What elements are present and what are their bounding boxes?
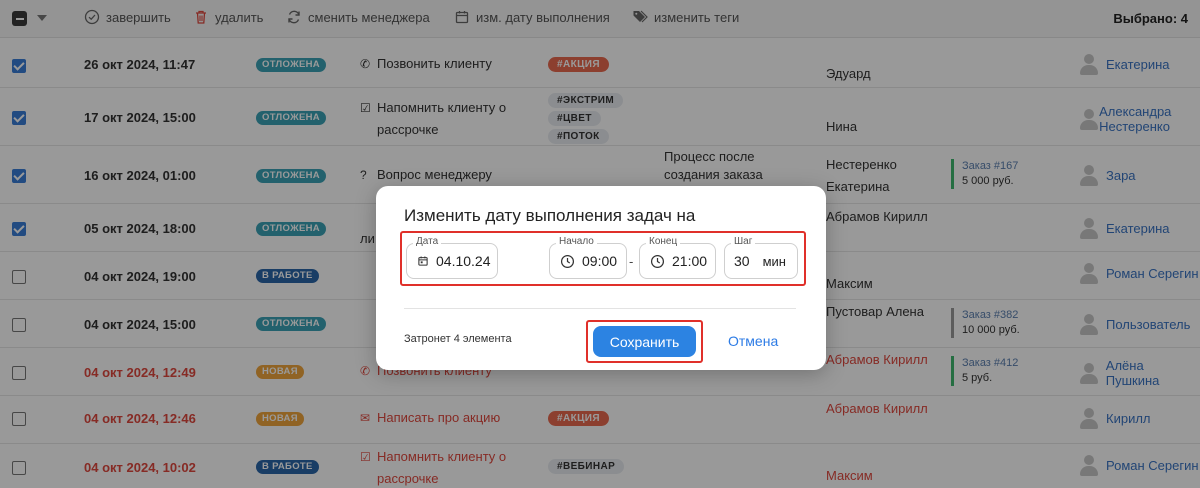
date-field[interactable]: Дата 04.10.24	[406, 236, 498, 279]
end-time-value: 21:00	[672, 253, 708, 269]
clock-icon	[650, 254, 665, 268]
clock-icon	[560, 254, 575, 268]
affected-count: Затронет 4 элемента	[404, 333, 512, 345]
start-time-field[interactable]: Начало 09:00	[549, 236, 627, 279]
start-time-label: Начало	[556, 236, 597, 247]
dialog-title: Изменить дату выполнения задач на	[404, 206, 696, 225]
highlight-box: Сохранить	[586, 320, 703, 363]
end-time-label: Конец	[646, 236, 681, 247]
step-field[interactable]: Шаг 30 мин	[724, 236, 798, 279]
step-field-unit: мин	[762, 253, 786, 269]
date-field-value: 04.10.24	[436, 253, 491, 269]
cancel-button[interactable]: Отмена	[728, 333, 778, 349]
time-range-separator: -	[629, 254, 634, 269]
step-field-value: 30	[734, 253, 750, 269]
change-date-dialog: Изменить дату выполнения задач на Дата 0…	[376, 186, 826, 370]
calendar-icon	[418, 256, 428, 266]
divider	[404, 308, 796, 309]
step-field-label: Шаг	[731, 236, 756, 247]
start-time-value: 09:00	[582, 253, 618, 269]
date-field-label: Дата	[413, 236, 442, 247]
end-time-field[interactable]: Конец 21:00	[639, 236, 716, 279]
save-button[interactable]: Сохранить	[593, 326, 696, 357]
